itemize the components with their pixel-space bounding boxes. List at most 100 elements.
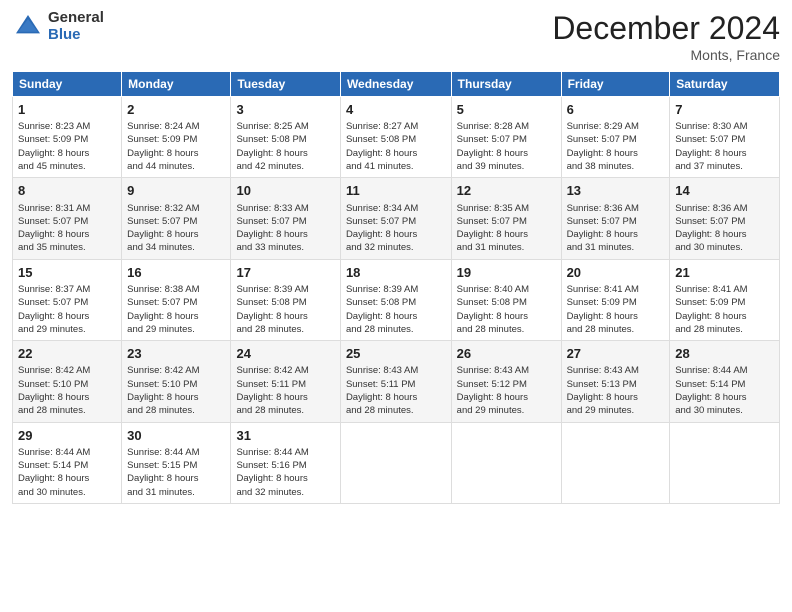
day-info-18: Sunrise: 8:39 AM Sunset: 5:08 PM Dayligh… (346, 283, 446, 336)
month-title: December 2024 (552, 10, 780, 47)
day-number-31: 31 (236, 427, 334, 445)
day-number-16: 16 (127, 264, 225, 282)
day-number-12: 12 (457, 182, 556, 200)
week-row-3: 15 Sunrise: 8:37 AM Sunset: 5:07 PM Dayl… (13, 259, 780, 340)
sunrise-1: Sunrise: 8:23 AM (18, 121, 90, 132)
day-2: 2 Sunrise: 8:24 AM Sunset: 5:09 PM Dayli… (122, 97, 231, 178)
day-number-7: 7 (675, 101, 774, 119)
day-info-1: Sunrise: 8:23 AM Sunset: 5:09 PM Dayligh… (18, 120, 116, 173)
day-18: 18 Sunrise: 8:39 AM Sunset: 5:08 PM Dayl… (340, 259, 451, 340)
day-number-24: 24 (236, 345, 334, 363)
sunrise-5: Sunrise: 8:28 AM (457, 121, 529, 132)
day-20: 20 Sunrise: 8:41 AM Sunset: 5:09 PM Dayl… (561, 259, 670, 340)
day-info-8: Sunrise: 8:31 AM Sunset: 5:07 PM Dayligh… (18, 202, 116, 255)
sunrise-7: Sunrise: 8:30 AM (675, 121, 747, 132)
empty-cell-4 (670, 422, 780, 503)
day-info-11: Sunrise: 8:34 AM Sunset: 5:07 PM Dayligh… (346, 202, 446, 255)
day-17: 17 Sunrise: 8:39 AM Sunset: 5:08 PM Dayl… (231, 259, 340, 340)
day-1: 1 Sunrise: 8:23 AM Sunset: 5:09 PM Dayli… (13, 97, 122, 178)
day-number-22: 22 (18, 345, 116, 363)
daylight-1: Daylight: 8 hours (18, 148, 89, 159)
daylight-3: Daylight: 8 hours (236, 148, 307, 159)
day-info-3: Sunrise: 8:25 AM Sunset: 5:08 PM Dayligh… (236, 120, 334, 173)
day-7: 7 Sunrise: 8:30 AM Sunset: 5:07 PM Dayli… (670, 97, 780, 178)
day-26: 26 Sunrise: 8:43 AM Sunset: 5:12 PM Dayl… (451, 341, 561, 422)
day-8: 8 Sunrise: 8:31 AM Sunset: 5:07 PM Dayli… (13, 178, 122, 259)
day-info-23: Sunrise: 8:42 AM Sunset: 5:10 PM Dayligh… (127, 364, 225, 417)
day-info-24: Sunrise: 8:42 AM Sunset: 5:11 PM Dayligh… (236, 364, 334, 417)
sunset-4: Sunset: 5:08 PM (346, 134, 416, 145)
day-info-7: Sunrise: 8:30 AM Sunset: 5:07 PM Dayligh… (675, 120, 774, 173)
day-info-6: Sunrise: 8:29 AM Sunset: 5:07 PM Dayligh… (567, 120, 665, 173)
day-number-15: 15 (18, 264, 116, 282)
header: General Blue December 2024 Monts, France (12, 10, 780, 63)
day-info-16: Sunrise: 8:38 AM Sunset: 5:07 PM Dayligh… (127, 283, 225, 336)
day-number-5: 5 (457, 101, 556, 119)
daylight-4: Daylight: 8 hours (346, 148, 417, 159)
daylight-7: Daylight: 8 hours (675, 148, 746, 159)
week-row-5: 29 Sunrise: 8:44 AM Sunset: 5:14 PM Dayl… (13, 422, 780, 503)
sunset-5: Sunset: 5:07 PM (457, 134, 527, 145)
sunrise-3: Sunrise: 8:25 AM (236, 121, 308, 132)
daylight-6: Daylight: 8 hours (567, 148, 638, 159)
day-22: 22 Sunrise: 8:42 AM Sunset: 5:10 PM Dayl… (13, 341, 122, 422)
logo-icon (12, 11, 44, 43)
day-30: 30 Sunrise: 8:44 AM Sunset: 5:15 PM Dayl… (122, 422, 231, 503)
day-25: 25 Sunrise: 8:43 AM Sunset: 5:11 PM Dayl… (340, 341, 451, 422)
day-info-13: Sunrise: 8:36 AM Sunset: 5:07 PM Dayligh… (567, 202, 665, 255)
col-friday: Friday (561, 72, 670, 97)
day-3: 3 Sunrise: 8:25 AM Sunset: 5:08 PM Dayli… (231, 97, 340, 178)
minutes-3: and 42 minutes. (236, 161, 304, 172)
sunrise-6: Sunrise: 8:29 AM (567, 121, 639, 132)
day-19: 19 Sunrise: 8:40 AM Sunset: 5:08 PM Dayl… (451, 259, 561, 340)
minutes-5: and 39 minutes. (457, 161, 525, 172)
day-number-30: 30 (127, 427, 225, 445)
day-info-28: Sunrise: 8:44 AM Sunset: 5:14 PM Dayligh… (675, 364, 774, 417)
day-27: 27 Sunrise: 8:43 AM Sunset: 5:13 PM Dayl… (561, 341, 670, 422)
day-6: 6 Sunrise: 8:29 AM Sunset: 5:07 PM Dayli… (561, 97, 670, 178)
day-number-13: 13 (567, 182, 665, 200)
sunrise-4: Sunrise: 8:27 AM (346, 121, 418, 132)
sunset-7: Sunset: 5:07 PM (675, 134, 745, 145)
day-info-5: Sunrise: 8:28 AM Sunset: 5:07 PM Dayligh… (457, 120, 556, 173)
empty-cell-2 (451, 422, 561, 503)
day-21: 21 Sunrise: 8:41 AM Sunset: 5:09 PM Dayl… (670, 259, 780, 340)
day-number-25: 25 (346, 345, 446, 363)
logo-general-text: General (48, 10, 104, 27)
sunrise-2: Sunrise: 8:24 AM (127, 121, 199, 132)
day-info-2: Sunrise: 8:24 AM Sunset: 5:09 PM Dayligh… (127, 120, 225, 173)
minutes-1: and 45 minutes. (18, 161, 86, 172)
col-wednesday: Wednesday (340, 72, 451, 97)
sunset-2: Sunset: 5:09 PM (127, 134, 197, 145)
day-12: 12 Sunrise: 8:35 AM Sunset: 5:07 PM Dayl… (451, 178, 561, 259)
day-info-21: Sunrise: 8:41 AM Sunset: 5:09 PM Dayligh… (675, 283, 774, 336)
day-number-20: 20 (567, 264, 665, 282)
day-number-4: 4 (346, 101, 446, 119)
week-row-2: 8 Sunrise: 8:31 AM Sunset: 5:07 PM Dayli… (13, 178, 780, 259)
day-28: 28 Sunrise: 8:44 AM Sunset: 5:14 PM Dayl… (670, 341, 780, 422)
day-number-8: 8 (18, 182, 116, 200)
minutes-2: and 44 minutes. (127, 161, 195, 172)
day-info-19: Sunrise: 8:40 AM Sunset: 5:08 PM Dayligh… (457, 283, 556, 336)
day-13: 13 Sunrise: 8:36 AM Sunset: 5:07 PM Dayl… (561, 178, 670, 259)
day-16: 16 Sunrise: 8:38 AM Sunset: 5:07 PM Dayl… (122, 259, 231, 340)
daylight-2: Daylight: 8 hours (127, 148, 198, 159)
minutes-4: and 41 minutes. (346, 161, 414, 172)
day-info-9: Sunrise: 8:32 AM Sunset: 5:07 PM Dayligh… (127, 202, 225, 255)
calendar-table: Sunday Monday Tuesday Wednesday Thursday… (12, 71, 780, 504)
week-row-4: 22 Sunrise: 8:42 AM Sunset: 5:10 PM Dayl… (13, 341, 780, 422)
day-11: 11 Sunrise: 8:34 AM Sunset: 5:07 PM Dayl… (340, 178, 451, 259)
day-number-27: 27 (567, 345, 665, 363)
day-10: 10 Sunrise: 8:33 AM Sunset: 5:07 PM Dayl… (231, 178, 340, 259)
day-number-1: 1 (18, 101, 116, 119)
week-row-1: 1 Sunrise: 8:23 AM Sunset: 5:09 PM Dayli… (13, 97, 780, 178)
day-number-29: 29 (18, 427, 116, 445)
day-info-10: Sunrise: 8:33 AM Sunset: 5:07 PM Dayligh… (236, 202, 334, 255)
day-info-27: Sunrise: 8:43 AM Sunset: 5:13 PM Dayligh… (567, 364, 665, 417)
minutes-6: and 38 minutes. (567, 161, 635, 172)
col-thursday: Thursday (451, 72, 561, 97)
location: Monts, France (552, 47, 780, 63)
day-info-20: Sunrise: 8:41 AM Sunset: 5:09 PM Dayligh… (567, 283, 665, 336)
minutes-7: and 37 minutes. (675, 161, 743, 172)
day-info-12: Sunrise: 8:35 AM Sunset: 5:07 PM Dayligh… (457, 202, 556, 255)
